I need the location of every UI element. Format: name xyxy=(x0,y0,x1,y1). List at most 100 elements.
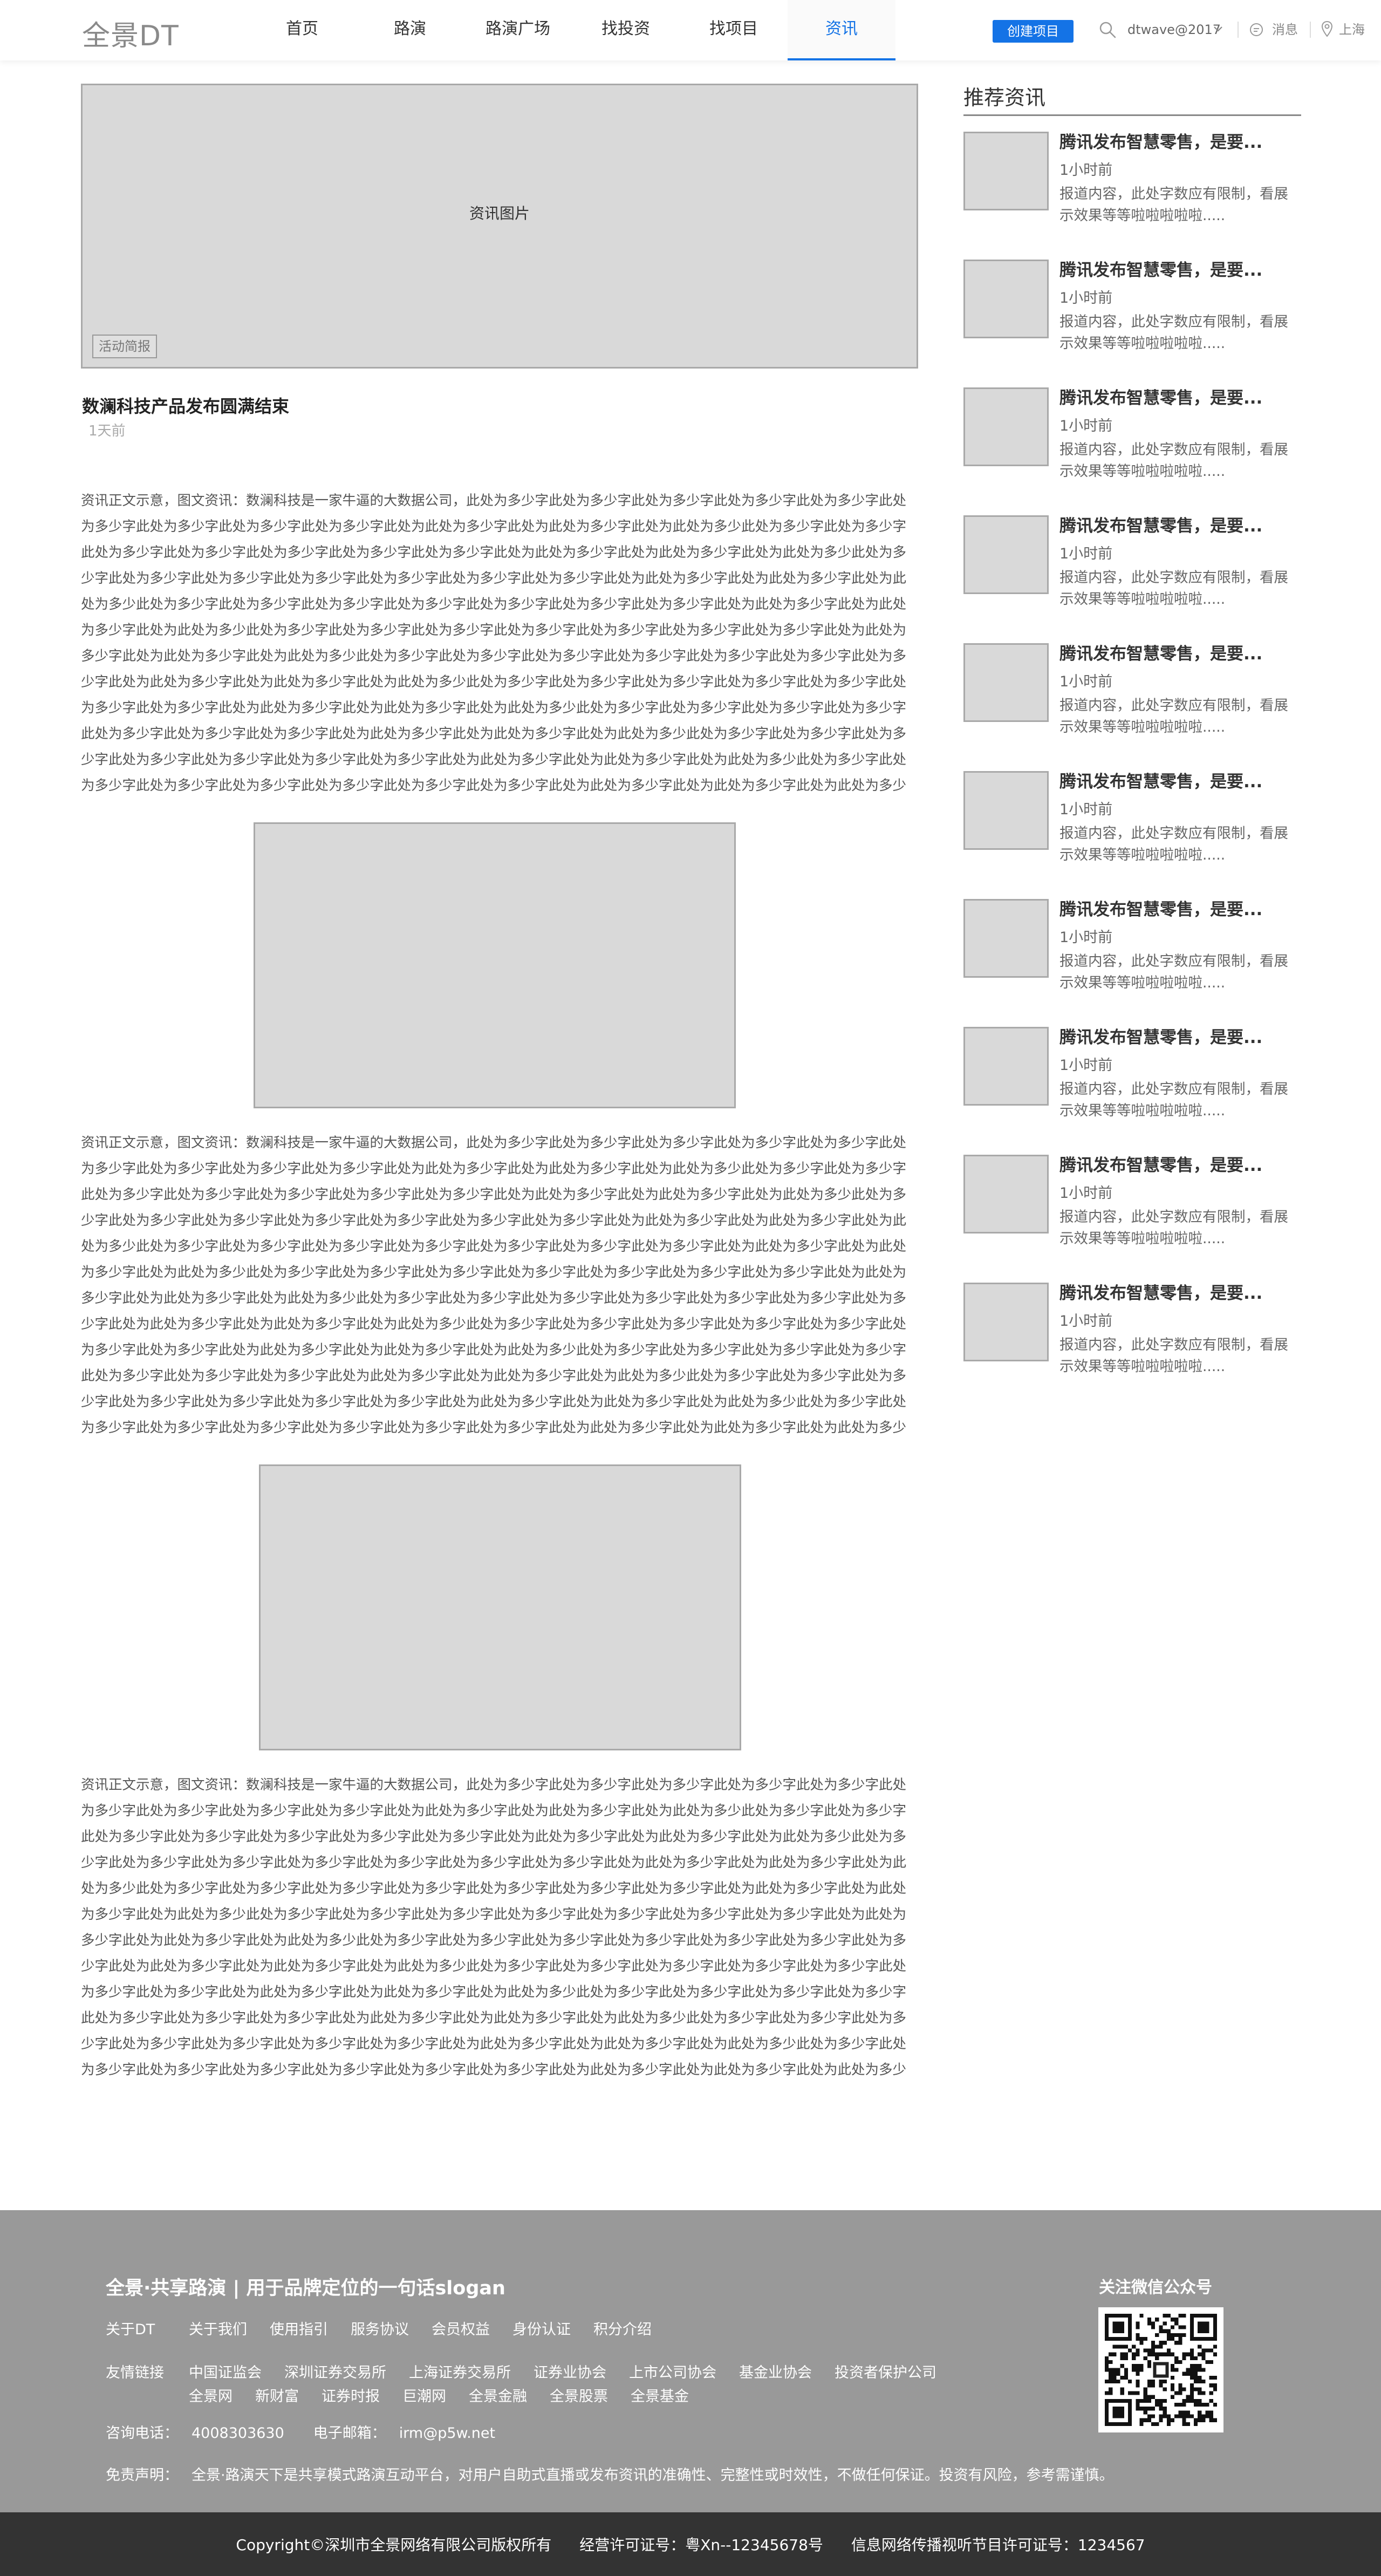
friend-link[interactable]: 基金业协会 xyxy=(739,2361,812,2385)
media-license: 信息网络传播视听节目许可证号：1234567 xyxy=(851,2536,1145,2554)
recommended-news-item[interactable]: 腾讯发布智慧零售，是要... 1小时前 报道内容，此处字数应有限制，看展示效果等… xyxy=(963,387,1301,501)
news-title: 腾讯发布智慧零售，是要... xyxy=(1059,389,1263,408)
email-label: 电子邮箱： xyxy=(313,2425,386,2442)
copyright-bar: Copyright©深圳市全景网络有限公司版权所有 经营许可证号：粤Xn--12… xyxy=(0,2512,1381,2576)
recommended-news-item[interactable]: 腾讯发布智慧零售，是要... 1小时前 报道内容，此处字数应有限制，看展示效果等… xyxy=(963,899,1301,1012)
news-summary: 报道内容，此处字数应有限制，看展示效果等等啦啦啦啦啦..... xyxy=(1059,314,1288,352)
recommended-news-item[interactable]: 腾讯发布智慧零售，是要... 1小时前 报道内容，此处字数应有限制，看展示效果等… xyxy=(963,1155,1301,1268)
news-summary: 报道内容，此处字数应有限制，看展示效果等等啦啦啦啦啦..... xyxy=(1059,569,1288,608)
site-footer: 全景·共享路演 | 用于品牌定位的一句话slogan 关于DT 关于我们 使用指… xyxy=(0,2210,1381,2512)
recommended-news-item[interactable]: 腾讯发布智慧零售，是要... 1小时前 报道内容，此处字数应有限制，看展示效果等… xyxy=(963,643,1301,757)
chevron-down-icon[interactable] xyxy=(1213,24,1223,35)
footer-link-points[interactable]: 积分介绍 xyxy=(593,2318,652,2342)
about-links: 关于我们 使用指引 服务协议 会员权益 身份认证 积分介绍 xyxy=(189,2318,1030,2342)
contact-row: 咨询电话： 4008303630 电子邮箱： irm@p5w.net xyxy=(106,2422,524,2445)
nav-find-project[interactable]: 找项目 xyxy=(680,0,788,60)
logo[interactable]: 全景DT xyxy=(82,13,179,53)
nav-find-investment[interactable]: 找投资 xyxy=(572,0,680,60)
news-time: 1小时前 xyxy=(1059,1185,1113,1202)
news-title: 腾讯发布智慧零售，是要... xyxy=(1059,772,1263,792)
news-thumbnail xyxy=(963,771,1049,850)
location-pin-icon[interactable] xyxy=(1321,21,1334,38)
recommended-news-item[interactable]: 腾讯发布智慧零售，是要... 1小时前 报道内容，此处字数应有限制，看展示效果等… xyxy=(963,1027,1301,1140)
article-paragraph: 资讯正文示意，图文资讯：数澜科技是一家牛逼的大数据公司，此处为多少字此处为多少字… xyxy=(81,493,907,794)
article-paragraph: 资讯正文示意，图文资讯：数澜科技是一家牛逼的大数据公司，此处为多少字此处为多少字… xyxy=(81,1777,907,2078)
friend-link[interactable]: 全景金融 xyxy=(469,2385,527,2409)
friend-link[interactable]: 全景基金 xyxy=(631,2385,689,2409)
recommended-news-item[interactable]: 腾讯发布智慧零售，是要... 1小时前 报道内容，此处字数应有限制，看展示效果等… xyxy=(963,132,1301,245)
footer-link-guide[interactable]: 使用指引 xyxy=(270,2318,328,2342)
about-links-row: 关于DT 关于我们 使用指引 服务协议 会员权益 身份认证 积分介绍 xyxy=(106,2318,1030,2342)
news-thumbnail xyxy=(963,387,1049,466)
news-thumbnail xyxy=(963,899,1049,978)
friend-link[interactable]: 深圳证券交易所 xyxy=(284,2361,386,2385)
friend-link[interactable]: 巨潮网 xyxy=(402,2385,446,2409)
news-title: 腾讯发布智慧零售，是要... xyxy=(1059,644,1263,664)
nav-home[interactable]: 首页 xyxy=(248,0,356,60)
nav-roadshow[interactable]: 路演 xyxy=(356,0,464,60)
recommended-news-item[interactable]: 腾讯发布智慧零售，是要... 1小时前 报道内容，此处字数应有限制，看展示效果等… xyxy=(963,771,1301,884)
news-time: 1小时前 xyxy=(1059,162,1113,179)
nav-news[interactable]: 资讯 xyxy=(788,0,895,60)
create-project-button[interactable]: 创建项目 xyxy=(993,20,1074,43)
friend-link[interactable]: 新财富 xyxy=(255,2385,299,2409)
news-summary: 报道内容，此处字数应有限制，看展示效果等等啦啦啦啦啦..... xyxy=(1059,1337,1288,1375)
hero-image[interactable]: 资讯图片 活动简报 xyxy=(81,84,918,369)
news-thumbnail xyxy=(963,1155,1049,1234)
friend-link[interactable]: 证券时报 xyxy=(322,2385,380,2409)
message-icon[interactable] xyxy=(1248,22,1264,38)
news-title: 腾讯发布智慧零售，是要... xyxy=(1059,516,1263,536)
friend-links-label: 友情链接 xyxy=(106,2364,164,2381)
location-selector[interactable]: 上海 xyxy=(1339,21,1365,39)
friend-link[interactable]: 投资者保护公司 xyxy=(835,2361,936,2385)
sidebar-title: 推荐资讯 xyxy=(963,86,1046,110)
news-time: 1小时前 xyxy=(1059,1313,1113,1330)
news-summary: 报道内容，此处字数应有限制，看展示效果等等啦啦啦啦啦..... xyxy=(1059,1081,1288,1119)
phone-number: 4008303630 xyxy=(192,2425,284,2442)
phone-label: 咨询电话： xyxy=(106,2425,179,2442)
news-thumbnail xyxy=(963,260,1049,338)
main-nav: 首页 路演 路演广场 找投资 找项目 资讯 xyxy=(248,0,895,60)
business-license: 经营许可证号：粤Xn--12345678号 xyxy=(579,2536,823,2554)
search-icon[interactable] xyxy=(1098,21,1117,39)
friend-link[interactable]: 上海证券交易所 xyxy=(409,2361,511,2385)
hero-image-label: 资讯图片 xyxy=(469,205,530,222)
news-title: 腾讯发布智慧零售，是要... xyxy=(1059,1028,1263,1047)
recommended-news-item[interactable]: 腾讯发布智慧零售，是要... 1小时前 报道内容，此处字数应有限制，看展示效果等… xyxy=(963,515,1301,629)
friend-links-row: 友情链接 中国证监会 深圳证券交易所 上海证券交易所 证券业协会 上市公司协会 … xyxy=(106,2361,1030,2409)
top-header: 全景DT 首页 路演 路演广场 找投资 找项目 资讯 创建项目 dtwave@2… xyxy=(0,0,1381,60)
footer-link-verification[interactable]: 身份认证 xyxy=(512,2318,571,2342)
footer-link-membership[interactable]: 会员权益 xyxy=(432,2318,490,2342)
recommended-news-item[interactable]: 腾讯发布智慧零售，是要... 1小时前 报道内容，此处字数应有限制，看展示效果等… xyxy=(963,1283,1301,1396)
user-menu[interactable]: dtwave@2017 xyxy=(1127,21,1221,39)
footer-link-about-us[interactable]: 关于我们 xyxy=(189,2318,247,2342)
news-summary: 报道内容，此处字数应有限制，看展示效果等等啦啦啦啦啦..... xyxy=(1059,1209,1288,1247)
wechat-qr-code xyxy=(1098,2307,1223,2432)
qr-code-image xyxy=(1105,2314,1217,2426)
nav-roadshow-square[interactable]: 路演广场 xyxy=(464,0,572,60)
news-time: 1小时前 xyxy=(1059,929,1113,946)
news-thumbnail xyxy=(963,1283,1049,1361)
news-time: 1小时前 xyxy=(1059,1057,1113,1074)
recommended-news-item[interactable]: 腾讯发布智慧零售，是要... 1小时前 报道内容，此处字数应有限制，看展示效果等… xyxy=(963,260,1301,373)
article-image xyxy=(254,822,736,1108)
footer-link-terms[interactable]: 服务协议 xyxy=(351,2318,409,2342)
friend-link[interactable]: 中国证监会 xyxy=(189,2361,262,2385)
news-title: 腾讯发布智慧零售，是要... xyxy=(1059,133,1263,152)
news-time: 1小时前 xyxy=(1059,290,1113,306)
friend-link[interactable]: 上市公司协会 xyxy=(629,2361,716,2385)
friend-link[interactable]: 证券业协会 xyxy=(534,2361,606,2385)
about-label: 关于DT xyxy=(106,2321,155,2338)
news-summary: 报道内容，此处字数应有限制，看展示效果等等啦啦啦啦啦..... xyxy=(1059,186,1288,224)
news-summary: 报道内容，此处字数应有限制，看展示效果等等啦啦啦啦啦..... xyxy=(1059,697,1288,735)
article-time: 1天前 xyxy=(88,423,126,439)
news-time: 1小时前 xyxy=(1059,801,1113,818)
news-thumbnail xyxy=(963,1027,1049,1106)
news-thumbnail xyxy=(963,132,1049,210)
news-time: 1小时前 xyxy=(1059,673,1113,690)
email-address[interactable]: irm@p5w.net xyxy=(399,2422,495,2445)
friend-link[interactable]: 全景网 xyxy=(189,2385,233,2409)
disclaimer-label: 免责声明： xyxy=(106,2467,179,2484)
friend-link[interactable]: 全景股票 xyxy=(550,2385,608,2409)
messages-link[interactable]: 消息 xyxy=(1272,21,1298,39)
